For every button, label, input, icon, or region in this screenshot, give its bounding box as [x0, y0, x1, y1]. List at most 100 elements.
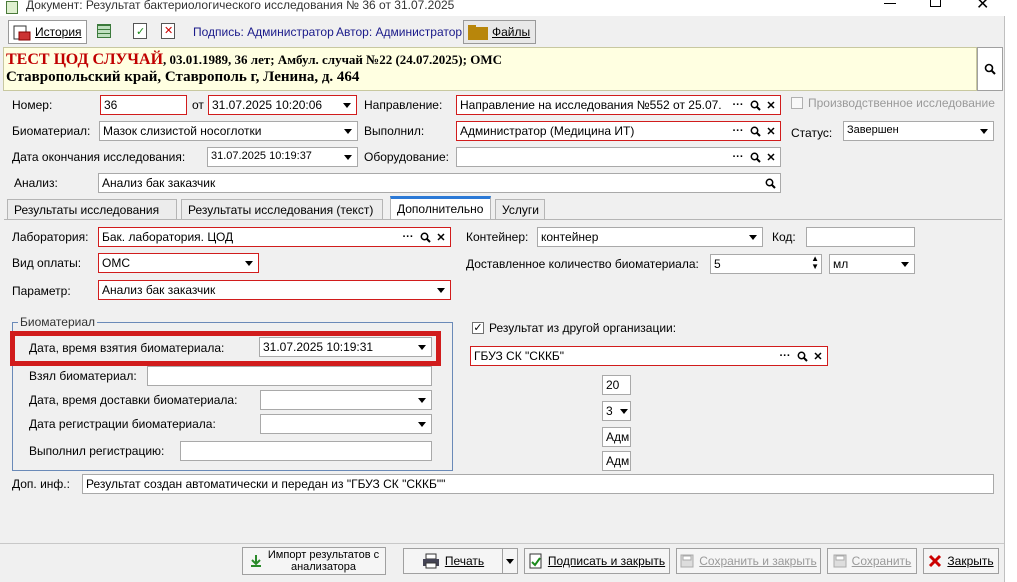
clear-icon[interactable]: ✕ — [810, 347, 826, 365]
printer-icon — [422, 553, 439, 569]
clear-icon[interactable]: ✕ — [763, 96, 779, 114]
param-label: Параметр: — [12, 284, 71, 298]
end-date-field[interactable]: 31.07.2025 10:19:37 — [207, 147, 358, 167]
ellipsis-icon[interactable]: ··· — [777, 347, 793, 365]
reg-date-field[interactable] — [260, 414, 432, 434]
search-icon[interactable] — [794, 347, 810, 365]
biomaterial-select[interactable]: Мазок слизистой носоглотки — [99, 121, 358, 141]
tab-results-text[interactable]: Результаты исследования (текст) — [181, 199, 383, 219]
other-org-checkbox[interactable]: ✓ — [472, 322, 484, 334]
chevron-down-icon[interactable] — [338, 96, 356, 114]
payment-label: Вид оплаты: — [12, 256, 82, 270]
equipment-field[interactable]: ··· ✕ — [456, 147, 781, 167]
save-button[interactable]: Сохранить — [827, 548, 917, 574]
chevron-down-icon[interactable] — [339, 122, 357, 140]
lab-field[interactable]: Бак. лаборатория. ЦОД ··· ✕ — [98, 227, 451, 247]
container-select[interactable]: контейнер — [537, 227, 763, 247]
sign-close-button[interactable]: Подписать и закрыть — [524, 548, 670, 574]
number-field[interactable]: 36 — [100, 95, 187, 115]
chevron-down-icon[interactable] — [413, 391, 431, 409]
import-analyzer-button[interactable]: Импорт результатов с анализатора — [242, 547, 386, 575]
status-select[interactable]: Завершен — [843, 121, 994, 141]
taken-dt-field[interactable]: 31.07.2025 10:19:31 — [259, 337, 432, 357]
save-close-button[interactable]: Сохранить и закрыть — [676, 548, 821, 574]
reg-by-field[interactable] — [180, 441, 432, 461]
author-info: Автор: Администратор — [336, 25, 463, 39]
window-title: Документ: Результат бактериологического … — [26, 0, 455, 12]
tab-services[interactable]: Услуги — [495, 199, 545, 219]
delivery-label: Дата, время доставки биоматериала: — [29, 393, 238, 407]
unit-select[interactable]: мл — [829, 254, 915, 274]
chevron-down-icon[interactable] — [413, 338, 431, 356]
payment-select[interactable]: ОМС — [98, 253, 259, 273]
production-checkbox[interactable] — [791, 97, 803, 109]
print-dropdown-button[interactable] — [502, 548, 518, 574]
patient-header: ТЕСТ ЦОД СЛУЧАЙ, 03.01.1989, 36 лет; Амб… — [3, 47, 977, 91]
search-icon[interactable] — [417, 228, 433, 246]
ellipsis-icon[interactable]: ··· — [730, 148, 746, 166]
param-select[interactable]: Анализ бак заказчик — [98, 280, 451, 300]
ellipsis-icon[interactable]: ··· — [400, 228, 416, 246]
close-window-icon[interactable]: ✕ — [976, 0, 989, 14]
files-button[interactable]: Файлы — [463, 20, 536, 44]
from-date-field[interactable]: 31.07.2025 10:20:06 — [208, 95, 357, 115]
clear-icon[interactable]: ✕ — [763, 148, 779, 166]
chevron-down-icon[interactable] — [744, 228, 762, 246]
table-icon[interactable] — [97, 24, 111, 38]
ellipsis-icon[interactable]: ··· — [730, 96, 746, 114]
history-button[interactable]: История — [8, 20, 87, 44]
history-icon — [13, 25, 31, 41]
quantity-stepper[interactable]: 5 ▲ ▼ — [710, 254, 822, 274]
background-window-strip — [1004, 16, 1017, 582]
clear-icon[interactable]: ✕ — [763, 122, 779, 140]
chevron-down-icon[interactable] — [896, 255, 914, 273]
analysis-field[interactable]: Анализ бак заказчик — [98, 173, 781, 193]
chevron-down-icon[interactable] — [339, 148, 357, 166]
print-button[interactable]: Печать — [403, 548, 503, 574]
code-field[interactable] — [806, 227, 915, 247]
direction-field[interactable]: Направление на исследования №552 от 25.0… — [456, 95, 781, 115]
folder-icon — [468, 25, 488, 40]
tab-additional[interactable]: Дополнительно — [390, 196, 491, 219]
search-icon[interactable] — [762, 174, 778, 192]
reg-date-label: Дата регистрации биоматериала: — [29, 417, 216, 431]
patient-search-button[interactable] — [977, 47, 1003, 91]
tab-results[interactable]: Результаты исследования — [7, 199, 177, 219]
signature-info: Подпись: Администратор — [193, 25, 334, 39]
number-label: Номер: — [12, 98, 53, 112]
save-icon — [680, 554, 694, 568]
stepper-arrows-icon[interactable]: ▲ ▼ — [811, 255, 819, 271]
chevron-down-icon[interactable] — [975, 122, 993, 140]
small-field-1[interactable]: 20 — [602, 375, 631, 395]
chevron-down-icon[interactable] — [240, 254, 258, 272]
taken-by-field[interactable] — [147, 366, 432, 386]
delivery-field[interactable] — [260, 390, 432, 410]
chevron-down-icon[interactable] — [432, 281, 450, 299]
minimize-icon[interactable] — [884, 3, 896, 4]
document-icon — [6, 1, 18, 14]
close-icon — [929, 554, 942, 568]
performed-label: Выполнил: — [364, 124, 425, 138]
sign-doc-icon[interactable]: ✓ — [133, 23, 147, 39]
performed-field[interactable]: Администратор (Медицина ИТ) ··· ✕ — [456, 121, 781, 141]
unsign-doc-icon[interactable]: ✕ — [161, 23, 175, 39]
lab-label: Лаборатория: — [12, 230, 89, 244]
info-field[interactable]: Результат создан автоматически и передан… — [82, 474, 994, 494]
small-select-2[interactable]: 3 — [602, 401, 631, 421]
save-icon — [833, 554, 847, 568]
search-icon[interactable] — [747, 122, 763, 140]
search-icon[interactable] — [747, 148, 763, 166]
search-icon[interactable] — [747, 96, 763, 114]
close-button[interactable]: Закрыть — [923, 548, 999, 574]
import-label-1: Импорт результатов с — [267, 549, 380, 561]
equipment-label: Оборудование: — [364, 150, 449, 164]
chevron-down-icon[interactable] — [413, 415, 431, 433]
ellipsis-icon[interactable]: ··· — [730, 122, 746, 140]
chevron-down-icon[interactable] — [618, 402, 630, 420]
small-field-3[interactable]: Адм — [602, 427, 631, 447]
small-field-4[interactable]: Адм — [602, 451, 631, 471]
clear-icon[interactable]: ✕ — [433, 228, 449, 246]
org-field[interactable]: ГБУЗ СК "СККБ" ··· ✕ — [470, 346, 828, 366]
analysis-label: Анализ: — [14, 176, 58, 190]
maximize-icon[interactable] — [930, 0, 941, 7]
